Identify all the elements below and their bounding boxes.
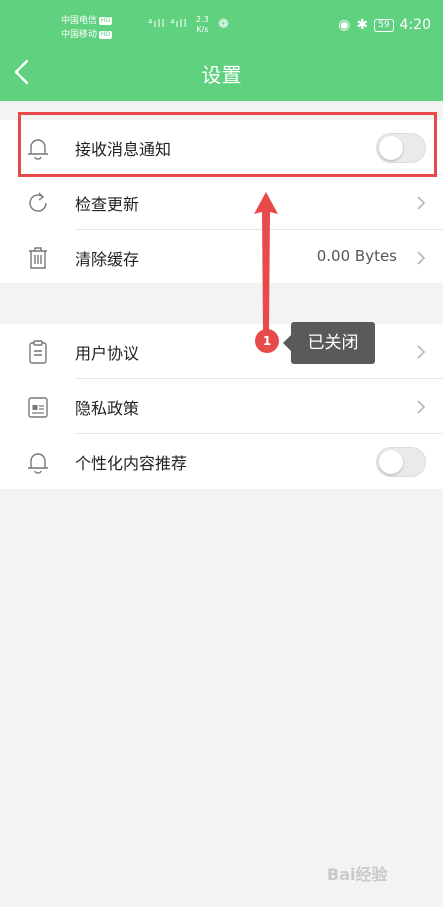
status-tooltip: 已关闭 bbox=[283, 322, 375, 364]
annotation-arrow bbox=[254, 192, 278, 332]
step-badge: 1 bbox=[255, 329, 279, 353]
watermark: Bai经验 bbox=[327, 865, 388, 884]
